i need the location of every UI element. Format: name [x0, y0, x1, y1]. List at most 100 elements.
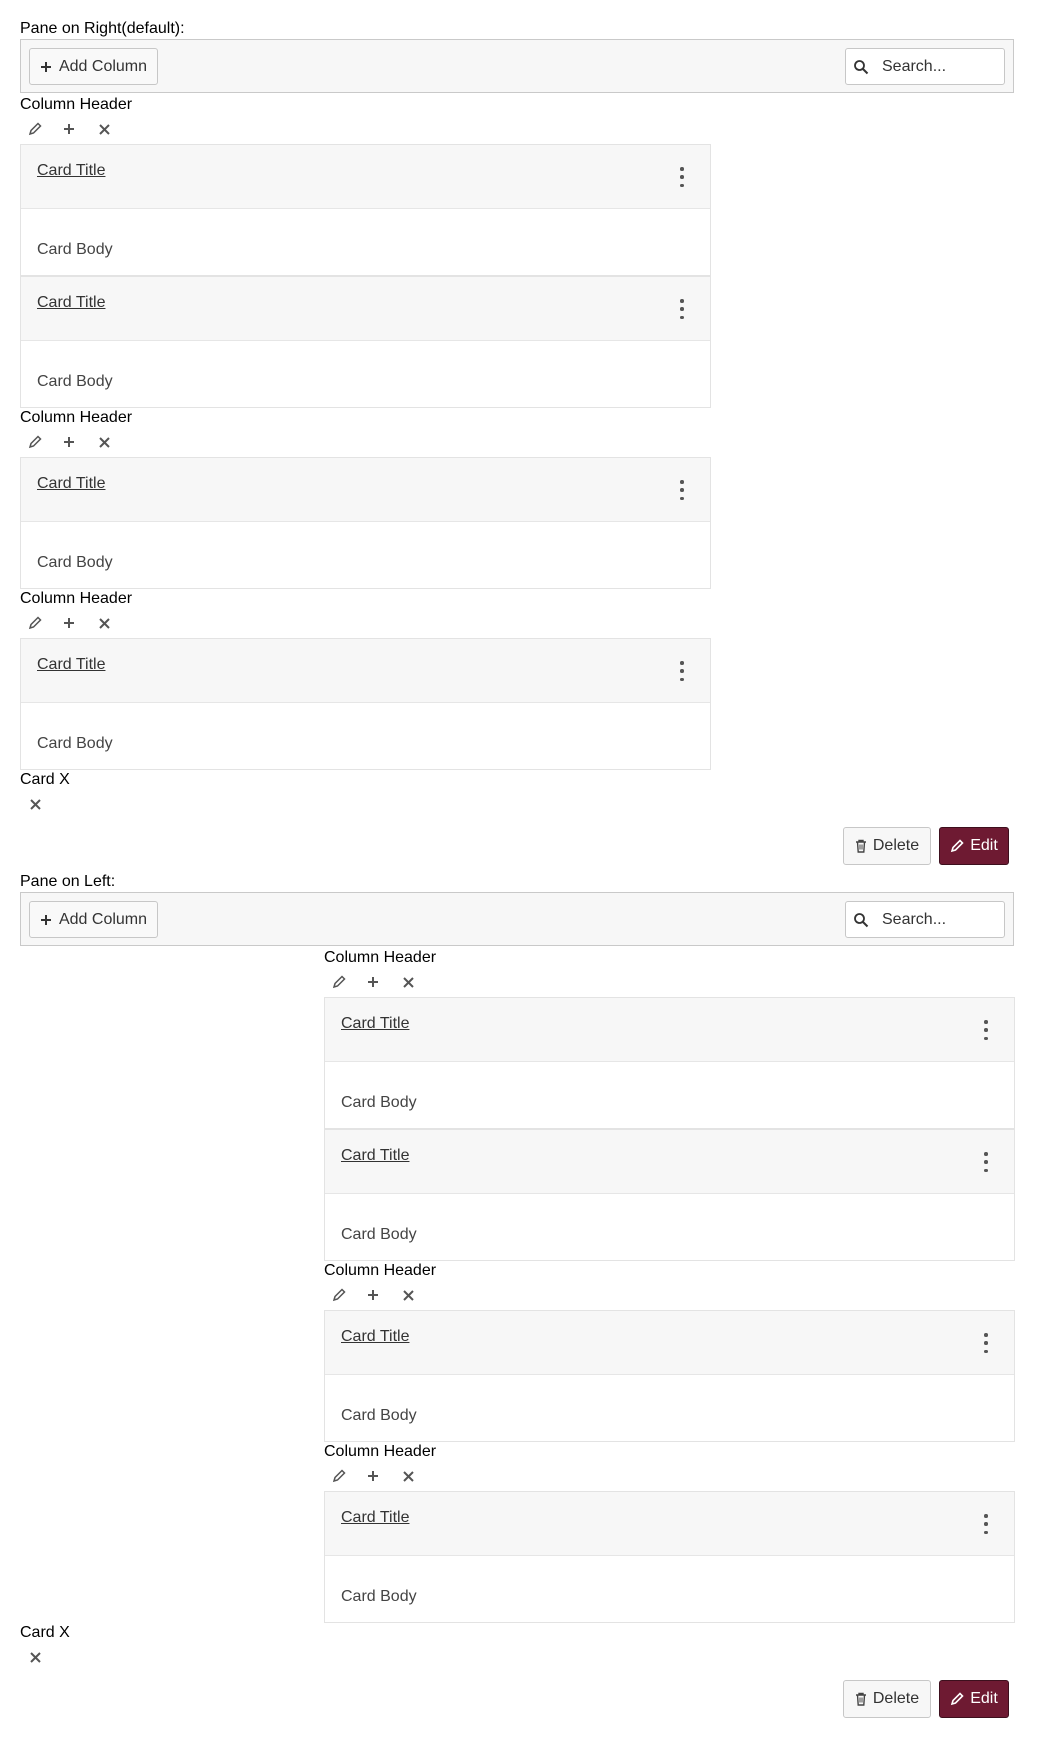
delete-button[interactable]: Delete	[843, 827, 931, 865]
column-header: Column Header	[20, 590, 133, 607]
edit-button[interactable]: Edit	[939, 827, 1009, 865]
edit-column-button[interactable]	[330, 1286, 348, 1304]
card-title-link[interactable]: Card Title	[341, 1147, 409, 1165]
add-card-button[interactable]	[364, 973, 382, 991]
delete-column-button[interactable]	[399, 973, 417, 991]
card-body: Card Body	[341, 1588, 417, 1605]
delete-column-button[interactable]	[95, 120, 113, 138]
card-header: Card Title	[21, 277, 710, 341]
plus-icon	[368, 1290, 378, 1300]
plus-icon	[40, 61, 51, 72]
pencil-icon	[951, 839, 964, 853]
close-icon	[29, 798, 41, 810]
add-card-button[interactable]	[60, 614, 78, 632]
card-title-link[interactable]: Card Title	[37, 294, 105, 312]
card[interactable]: Card Title Card Body	[324, 1310, 1015, 1442]
edit-label: Edit	[970, 1690, 998, 1707]
close-icon	[98, 436, 110, 448]
search-input[interactable]	[882, 902, 1000, 937]
card[interactable]: Card Title Card Body	[324, 1491, 1015, 1623]
add-column-button[interactable]: Add Column	[29, 901, 158, 938]
delete-column-button[interactable]	[399, 1467, 417, 1485]
pencil-icon	[28, 616, 42, 630]
card-body: Card Body	[37, 241, 113, 258]
pencil-icon	[28, 435, 42, 449]
delete-button[interactable]: Delete	[843, 1680, 931, 1718]
card-title-link[interactable]: Card Title	[37, 656, 105, 674]
add-card-button[interactable]	[60, 120, 78, 138]
kebab-menu-icon[interactable]	[678, 661, 686, 681]
card-body: Card Body	[341, 1407, 417, 1424]
board-toolbar: Add Column	[20, 892, 1014, 946]
card-body: Card Body	[37, 373, 113, 390]
add-card-button[interactable]	[60, 433, 78, 451]
card-header: Card Title	[21, 458, 710, 522]
card-title-link[interactable]: Card Title	[37, 162, 105, 180]
edit-column-button[interactable]	[330, 1467, 348, 1485]
card-title-link[interactable]: Card Title	[341, 1015, 409, 1033]
add-column-label: Add Column	[58, 57, 148, 75]
card-header: Card Title	[21, 145, 710, 209]
close-icon	[98, 617, 110, 629]
card-body: Card Body	[341, 1094, 417, 1111]
card[interactable]: Card Title Card Body	[324, 1129, 1015, 1261]
edit-column-button[interactable]	[330, 973, 348, 991]
close-icon	[98, 123, 110, 135]
add-column-label: Add Column	[58, 910, 148, 928]
plus-icon	[368, 1471, 378, 1481]
card[interactable]: Card Title Card Body	[20, 276, 711, 408]
card-pane-title: Card X	[20, 1624, 70, 1641]
close-icon	[402, 976, 414, 988]
add-column-button[interactable]: Add Column	[29, 48, 158, 85]
kebab-menu-icon[interactable]	[678, 167, 686, 187]
edit-column-button[interactable]	[26, 433, 44, 451]
kebab-menu-icon[interactable]	[982, 1333, 990, 1353]
card-header: Card Title	[325, 1492, 1014, 1556]
close-icon	[402, 1470, 414, 1482]
card[interactable]: Card Title Card Body	[324, 997, 1015, 1129]
card-body: Card Body	[37, 735, 113, 752]
column-header: Column Header	[20, 96, 133, 113]
delete-column-button[interactable]	[399, 1286, 417, 1304]
card[interactable]: Card Title Card Body	[20, 144, 711, 276]
card[interactable]: Card Title Card Body	[20, 457, 711, 589]
delete-column-button[interactable]	[95, 614, 113, 632]
search-icon	[854, 60, 869, 75]
search-box	[845, 901, 1005, 938]
column-header: Column Header	[324, 1443, 437, 1460]
edit-column-button[interactable]	[26, 614, 44, 632]
edit-button[interactable]: Edit	[939, 1680, 1009, 1718]
edit-column-button[interactable]	[26, 120, 44, 138]
kebab-menu-icon[interactable]	[982, 1020, 990, 1040]
pencil-icon	[332, 1469, 346, 1483]
plus-icon	[64, 437, 74, 447]
add-card-button[interactable]	[364, 1286, 382, 1304]
search-input[interactable]	[882, 49, 1000, 84]
kebab-menu-icon[interactable]	[982, 1514, 990, 1534]
edit-label: Edit	[970, 837, 998, 854]
card-header: Card Title	[325, 1311, 1014, 1375]
kebab-menu-icon[interactable]	[982, 1152, 990, 1172]
delete-column-button[interactable]	[95, 433, 113, 451]
card-title-link[interactable]: Card Title	[341, 1509, 409, 1527]
card-header: Card Title	[325, 1130, 1014, 1194]
close-icon	[402, 1289, 414, 1301]
card-title-link[interactable]: Card Title	[37, 475, 105, 493]
close-pane-button[interactable]	[26, 1648, 44, 1666]
close-pane-button[interactable]	[26, 795, 44, 813]
plus-icon	[64, 618, 74, 628]
column-header: Column Header	[324, 949, 437, 966]
kebab-menu-icon[interactable]	[678, 480, 686, 500]
card-header: Card Title	[325, 998, 1014, 1062]
search-icon	[854, 913, 869, 928]
card[interactable]: Card Title Card Body	[20, 638, 711, 770]
plus-icon	[40, 914, 51, 925]
card-pane-title: Card X	[20, 771, 70, 788]
add-card-button[interactable]	[364, 1467, 382, 1485]
search-box	[845, 48, 1005, 85]
card-title-link[interactable]: Card Title	[341, 1328, 409, 1346]
trash-icon	[855, 1692, 866, 1706]
plus-icon	[368, 977, 378, 987]
delete-label: Delete	[872, 1690, 920, 1707]
kebab-menu-icon[interactable]	[678, 299, 686, 319]
